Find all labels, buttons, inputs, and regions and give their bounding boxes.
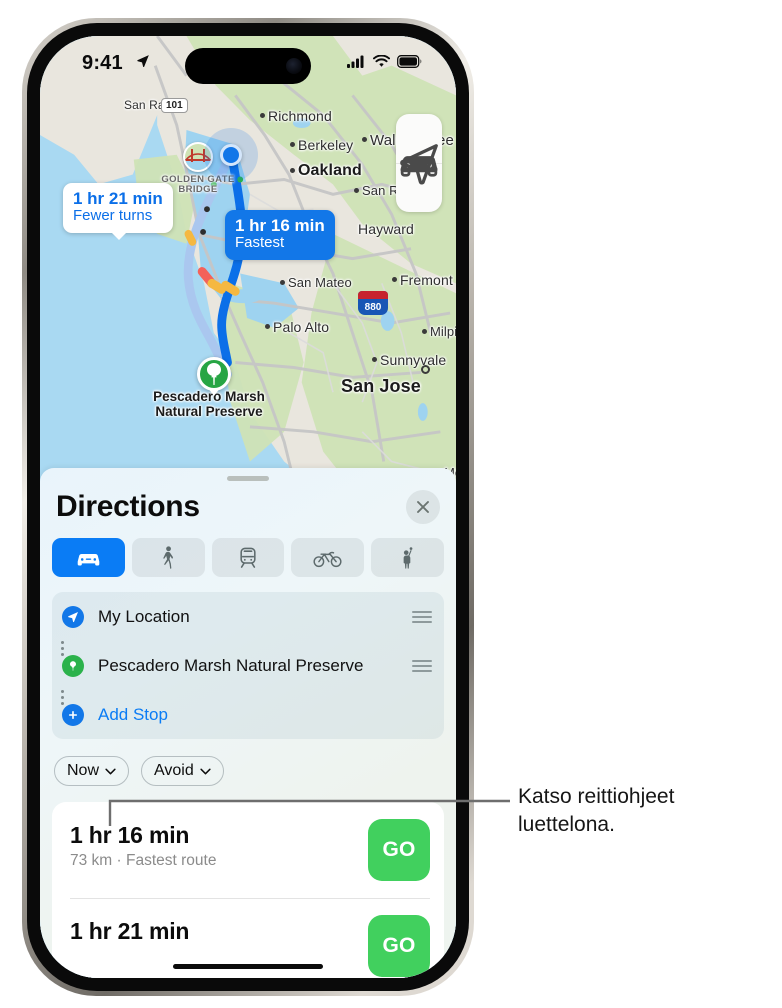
page-title: Directions: [56, 490, 200, 523]
transport-mode-tabs: [52, 538, 444, 577]
route-callout-fewer-turns[interactable]: 1 hr 21 min Fewer turns: [63, 183, 173, 240]
route-card[interactable]: 1 hr 16 min 73 km · Fastest route GO: [52, 802, 444, 898]
go-button[interactable]: GO: [368, 819, 430, 881]
close-icon: [417, 501, 429, 513]
map-place-label: Milpitas: [430, 324, 456, 339]
map-place-dot: [265, 324, 270, 329]
interstate-880-shield: 880: [358, 291, 388, 315]
tree-icon: [207, 363, 221, 385]
route-duration: 1 hr 16 min: [70, 822, 190, 848]
dynamic-island: [185, 48, 311, 84]
tree-pin-icon: [62, 654, 84, 677]
map-place-dot: [260, 113, 265, 118]
bicycle-icon: [313, 551, 342, 567]
route-callout-note: Fastest: [235, 234, 285, 252]
phone-body: San RafaelRichmondBerkeleyWalnut CreeOak…: [27, 23, 469, 991]
go-button[interactable]: GO: [368, 915, 430, 977]
chevron-down-icon: [200, 768, 211, 774]
directions-sheet: Directions My Location Pescadero Marsh N…: [40, 468, 456, 978]
navigation-arrow-icon: [400, 144, 438, 185]
map-place-dot: [392, 277, 397, 282]
map-place-dot: [354, 188, 359, 193]
route-callout-note: Fewer turns: [73, 207, 153, 225]
route-info: 1 hr 21 min: [70, 918, 189, 948]
map-place-dot: [290, 142, 295, 147]
map-place-label: Hayward: [358, 221, 414, 237]
phone-frame: San RafaelRichmondBerkeleyWalnut CreeOak…: [22, 18, 474, 996]
us-101-shield: 101: [161, 98, 188, 113]
route-options-pills: Now Avoid: [54, 756, 224, 786]
drag-handle[interactable]: [412, 659, 432, 672]
location-arrow-icon: [62, 605, 84, 628]
map-place-label: Palo Alto: [273, 319, 330, 335]
car-icon: [77, 553, 100, 565]
map-city-ring-marker: [421, 365, 430, 374]
route-duration: 1 hr 21 min: [70, 918, 190, 944]
departure-time-pill[interactable]: Now: [54, 756, 130, 786]
annotation-text: Katso reittiohjeet luettelona.: [518, 785, 675, 836]
map-place-label: Richmond: [268, 108, 332, 124]
map-place-dot: [372, 357, 377, 362]
plus-icon: [62, 703, 84, 726]
recenter-location-button[interactable]: [396, 144, 442, 212]
map-place-label: Oakland: [298, 162, 362, 179]
map-controls-panel: [396, 114, 442, 212]
sheet-header: Directions: [56, 490, 440, 524]
walk-icon: [163, 545, 174, 569]
route-details: 73 km · Fastest route: [70, 852, 217, 869]
map-place-dot: [280, 280, 285, 285]
route-info: 1 hr 16 min 73 km · Fastest route: [70, 822, 216, 870]
map-place-label: San Mateo: [288, 275, 352, 290]
destination-marker[interactable]: [197, 357, 231, 391]
avoid-options-pill[interactable]: Avoid: [141, 756, 224, 786]
field-row-origin[interactable]: My Location: [62, 592, 434, 641]
rideshare-icon: [403, 546, 412, 569]
map-place-label: Sunnyvale: [380, 352, 447, 368]
mode-transit[interactable]: [211, 538, 285, 577]
destination-field-text: Pescadero Marsh Natural Preserve: [98, 655, 364, 675]
phone-screen: San RafaelRichmondBerkeleyWalnut CreeOak…: [40, 36, 456, 978]
route-fields: My Location Pescadero Marsh Natural Pres…: [52, 592, 444, 739]
chevron-down-icon: [105, 768, 116, 774]
route-list: 1 hr 16 min 73 km · Fastest route GO 1 h…: [52, 802, 444, 978]
mode-cycle[interactable]: [291, 538, 365, 577]
map-place-dot: [362, 137, 367, 142]
avoid-label: Avoid: [154, 762, 194, 779]
close-button[interactable]: [406, 490, 440, 524]
map-place-label: Fremont: [400, 272, 453, 288]
route-callout-time: 1 hr 21 min: [73, 189, 163, 208]
map-place-label: San Jose: [341, 376, 421, 396]
route-callout-time: 1 hr 16 min: [235, 216, 325, 235]
mode-drive[interactable]: [52, 538, 125, 577]
map-place-label: Berkeley: [298, 137, 354, 153]
origin-field-text: My Location: [98, 606, 190, 626]
mode-rideshare[interactable]: [371, 538, 444, 577]
screenshot-root: San RafaelRichmondBerkeleyWalnut CreeOak…: [0, 0, 782, 1008]
route-callout-fastest[interactable]: 1 hr 16 min Fastest: [225, 210, 335, 260]
mode-walk[interactable]: [131, 538, 205, 577]
drag-handle[interactable]: [412, 610, 432, 623]
field-row-add-stop[interactable]: Add Stop: [62, 690, 434, 739]
current-location-marker: [220, 144, 242, 166]
departure-time-label: Now: [67, 762, 100, 779]
map-place-dot: [290, 168, 295, 173]
destination-label-line2: Natural Preserve: [155, 404, 263, 420]
add-stop-label: Add Stop: [98, 704, 168, 724]
sheet-grabber[interactable]: [227, 476, 269, 481]
train-icon: [240, 547, 256, 568]
field-row-destination[interactable]: Pescadero Marsh Natural Preserve: [62, 641, 434, 690]
home-indicator[interactable]: [173, 964, 323, 969]
map-place-dot: [422, 329, 427, 334]
